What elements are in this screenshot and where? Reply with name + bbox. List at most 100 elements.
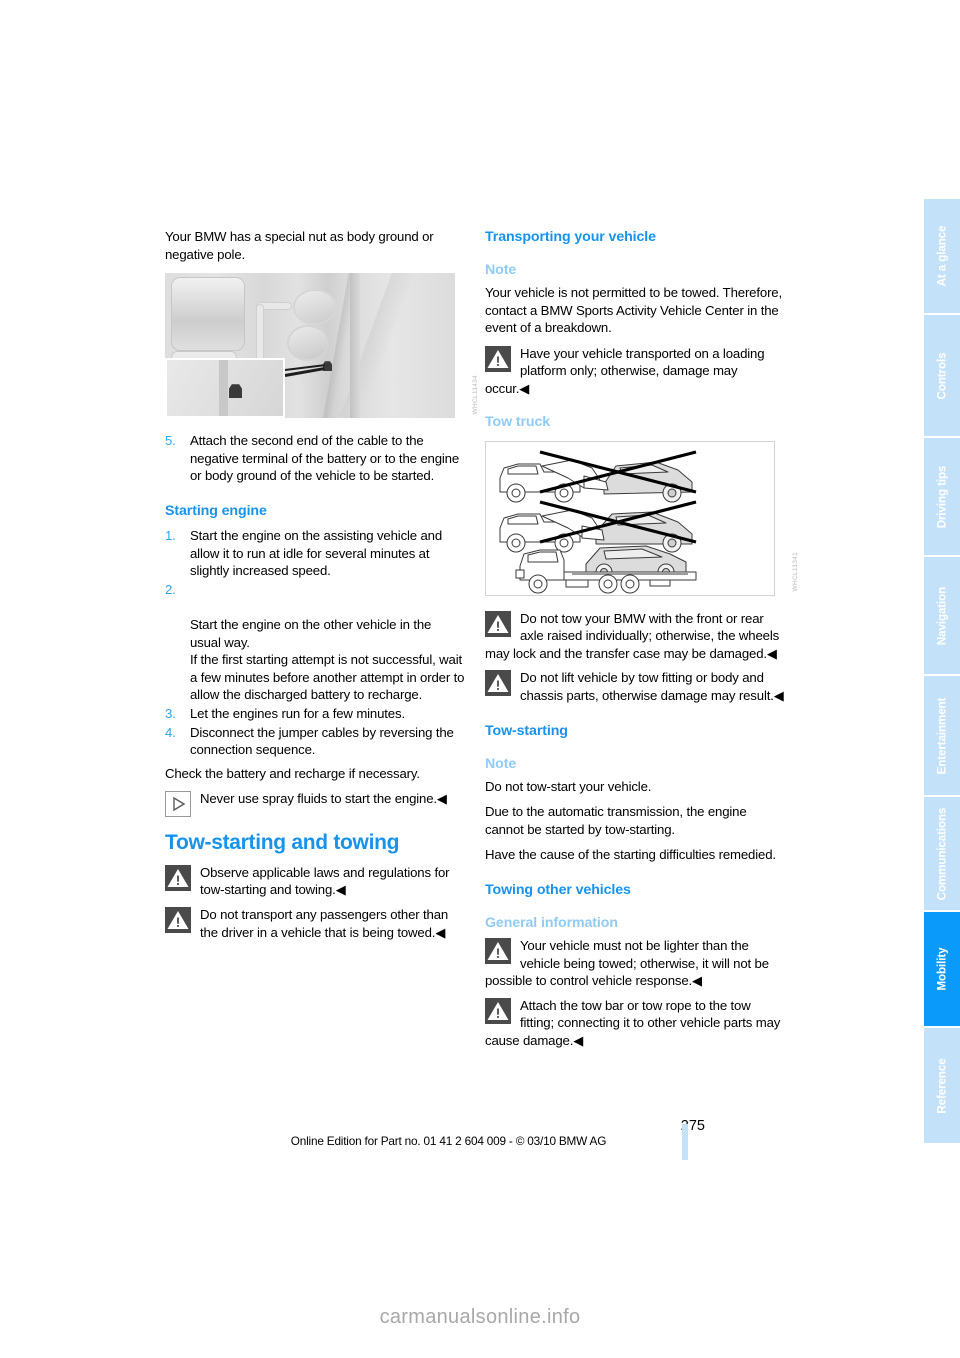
warning-body: Do not tow your BMW with the front or re… <box>485 610 780 661</box>
reservoir-cap-lower <box>287 325 329 362</box>
note-tow-start-line3: Have the cause of the starting difficult… <box>485 847 776 863</box>
tab-label: Reference <box>935 1057 949 1114</box>
warning-body: Your vehicle must not be lighter than th… <box>485 937 769 989</box>
tab-label: Navigation <box>935 586 949 645</box>
list-item: 4. Disconnect the jumper cables by rever… <box>165 724 465 759</box>
warning-text: Do not lift vehicle by tow fitting or bo… <box>485 669 785 704</box>
list-text: Attach the second end of the cable to th… <box>190 433 460 484</box>
edition-line: Online Edition for Part no. 01 41 2 604 … <box>290 1134 607 1148</box>
warning-no-passengers: Do not transport any passengers other th… <box>165 906 465 941</box>
heading-note-transporting: Note <box>485 262 517 278</box>
warning-triangle-icon <box>485 937 511 964</box>
note-triangle-icon <box>165 791 191 818</box>
sidebar-tab-communications[interactable]: Communications <box>924 797 960 912</box>
tow-truck-illustration <box>485 440 775 596</box>
check-battery-paragraph: Check the battery and recharge if necess… <box>165 765 420 781</box>
warning-triangle-icon <box>165 907 191 934</box>
heading-note-tow-starting: Note <box>485 755 517 772</box>
footer-accent-bar <box>682 1124 688 1160</box>
warning-tow-bar-attachment: Attach the tow bar or tow rope to the to… <box>485 997 785 1050</box>
note-spray-fluids: Never use spray fluids to start the engi… <box>165 790 465 818</box>
list-item: 2. Start the engine on the other vehicle… <box>165 581 465 704</box>
warning-body: Observe applicable laws and regulations … <box>200 864 450 898</box>
warning-body: Do not lift vehicle by tow fitting or bo… <box>520 670 774 703</box>
warning-body: Do not transport any passengers other th… <box>200 907 449 940</box>
inset-panel-shape <box>219 360 228 417</box>
heading-tow-truck: Tow truck <box>485 413 551 430</box>
engine-bay-photo <box>165 273 455 419</box>
figure-engine-ground-nut: WHCL11434 <box>165 273 479 419</box>
list-text: Disconnect the jumper cables by reversin… <box>190 724 454 758</box>
note-body-transporting: Your vehicle is not permitted to be towe… <box>485 285 783 336</box>
list-text: Start the engine on the other vehicle in… <box>190 616 465 703</box>
tab-label: Communications <box>935 807 949 900</box>
page-number: 275 <box>680 1118 705 1134</box>
list-number: 2. <box>165 581 176 597</box>
heading-tow-starting: Tow-starting <box>485 722 568 739</box>
tab-label: Mobility <box>935 947 949 991</box>
note-text: Never use spray fluids to start the engi… <box>165 790 465 808</box>
body-panel-shape <box>350 273 360 419</box>
end-marker: ◀ <box>766 645 778 661</box>
detail-inset <box>165 358 285 419</box>
sidebar-tab-entertainment[interactable]: Entertainment <box>924 676 960 797</box>
manual-page: Your BMW has a special nut as body groun… <box>0 0 960 1358</box>
note-tow-start-line2: Due to the automatic transmission, the e… <box>485 804 747 837</box>
list-text: Start the engine on the assisting vehicl… <box>190 527 443 579</box>
list-number: 1. <box>165 527 176 543</box>
sidebar-tab-navigation[interactable]: Navigation <box>924 557 960 676</box>
list-item: 5. Attach the second end of the cable to… <box>165 432 465 485</box>
sidebar-tab-controls[interactable]: Controls <box>924 315 960 438</box>
warning-body: Attach the tow bar or tow rope to the to… <box>485 997 781 1048</box>
list-text: Let the engines run for a few minutes. <box>190 705 405 721</box>
warning-lift-vehicle: Do not lift vehicle by tow fitting or bo… <box>485 669 785 704</box>
heading-transporting-your-vehicle: Transporting your vehicle <box>485 229 656 245</box>
warning-text: Your vehicle must not be lighter than th… <box>485 937 785 990</box>
figure-code: WHCL11434 <box>472 374 479 415</box>
section-tab-strip: At a glance Controls Driving tips Naviga… <box>924 199 960 1157</box>
ground-nut-detail <box>229 384 242 399</box>
heading-towing-other-vehicles: Towing other vehicles <box>485 881 631 898</box>
list-item: 3. Let the engines run for a few minutes… <box>165 705 465 723</box>
warning-loading-platform: Have your vehicle transported on a loadi… <box>485 345 785 398</box>
sidebar-tab-reference[interactable]: Reference <box>924 1028 960 1143</box>
tab-label: Controls <box>935 352 949 399</box>
tab-label: Entertainment <box>935 697 949 774</box>
warning-text: Have your vehicle transported on a loadi… <box>485 345 785 398</box>
right-text-column: Transporting your vehicle Note Your vehi… <box>485 228 799 1056</box>
warning-triangle-icon <box>165 864 191 891</box>
jumper-cable-steps: 5. Attach the second end of the cable to… <box>165 432 465 485</box>
warning-observe-laws: Observe applicable laws and regulations … <box>165 864 465 899</box>
reservoir-cap-upper <box>293 289 337 326</box>
end-marker: ◀ <box>519 380 530 396</box>
warning-triangle-icon <box>485 997 511 1024</box>
tab-label: Driving tips <box>935 465 949 528</box>
warning-text: Do not tow your BMW with the front or re… <box>485 610 785 663</box>
warning-text: Attach the tow bar or tow rope to the to… <box>485 997 785 1050</box>
list-number: 5. <box>165 433 176 449</box>
figure-code: WHCL11341 <box>792 552 799 592</box>
list-item: 1. Start the engine on the assisting veh… <box>165 527 465 580</box>
note-tow-start-line1: Do not tow-start your vehicle. <box>485 778 652 794</box>
sidebar-tab-mobility[interactable]: Mobility <box>924 912 960 1028</box>
tab-label: At a glance <box>935 225 949 287</box>
starting-engine-steps: 1. Start the engine on the assisting veh… <box>165 527 465 759</box>
sidebar-tab-at-a-glance[interactable]: At a glance <box>924 199 960 315</box>
left-text-column: Your BMW has a special nut as body groun… <box>165 228 479 948</box>
warning-vehicle-weight: Your vehicle must not be lighter than th… <box>485 937 785 990</box>
list-number: 4. <box>165 724 176 740</box>
heading-starting-engine: Starting engine <box>165 502 267 519</box>
end-marker: ◀ <box>773 687 784 703</box>
note-body: Never use spray fluids to start the engi… <box>200 791 437 807</box>
warning-triangle-icon <box>485 610 511 637</box>
end-marker: ◀ <box>573 1032 584 1048</box>
list-number: 3. <box>165 705 176 721</box>
end-marker: ◀ <box>335 882 346 898</box>
warning-triangle-icon <box>485 345 511 372</box>
sidebar-tab-driving-tips[interactable]: Driving tips <box>924 438 960 557</box>
intro-paragraph: Your BMW has a special nut as body groun… <box>165 229 434 262</box>
end-marker: ◀ <box>435 924 446 940</box>
warning-text: Observe applicable laws and regulations … <box>165 864 465 899</box>
site-watermark: carmanualsonline.info <box>379 1306 581 1328</box>
end-marker: ◀ <box>436 791 448 807</box>
